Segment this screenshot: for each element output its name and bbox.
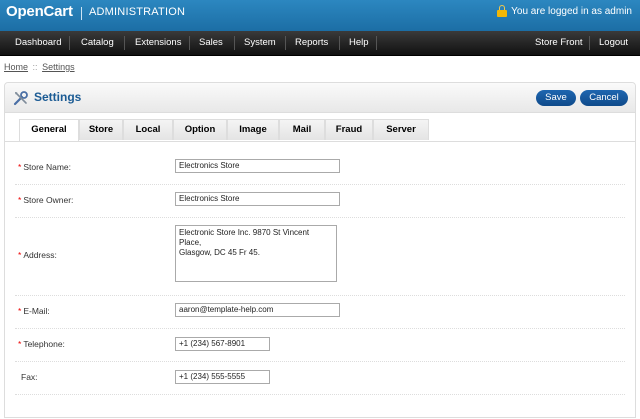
form-row-store-name: * Store Name: xyxy=(15,151,625,185)
login-text: You are logged in as admin xyxy=(511,5,632,17)
store-name-label: * Store Name: xyxy=(18,162,72,172)
form-row-telephone: * Telephone: xyxy=(15,328,625,362)
box-heading: Settings Save Cancel xyxy=(5,83,635,113)
required-marker: * xyxy=(18,195,22,205)
menu-divider xyxy=(124,36,125,50)
menu-dashboard[interactable]: Dashboard xyxy=(6,31,70,55)
email-input[interactable] xyxy=(175,303,340,317)
form-row-address: * Address: Electronic Store Inc. 9870 St … xyxy=(15,217,625,296)
tab-server[interactable]: Server xyxy=(373,119,429,140)
required-marker: * xyxy=(18,306,22,316)
menu-reports[interactable]: Reports xyxy=(286,31,337,55)
menu-store-front[interactable]: Store Front xyxy=(526,31,592,55)
store-owner-input[interactable] xyxy=(175,192,340,206)
tab-mail[interactable]: Mail xyxy=(279,119,325,140)
menu-system[interactable]: System xyxy=(235,31,285,55)
top-header: OpenCart ADMINISTRATION You are logged i… xyxy=(0,0,640,31)
tab-fraud[interactable]: Fraud xyxy=(325,119,373,140)
admin-title: ADMINISTRATION xyxy=(89,6,186,18)
telephone-label: * Telephone: xyxy=(18,339,65,349)
menu-sales[interactable]: Sales xyxy=(190,31,232,55)
form-row-store-owner: * Store Owner: xyxy=(15,184,625,218)
tab-general[interactable]: General xyxy=(19,119,79,141)
cancel-button[interactable]: Cancel xyxy=(580,90,628,106)
opencart-logo[interactable]: OpenCart xyxy=(6,3,73,20)
tab-store[interactable]: Store xyxy=(79,119,123,140)
breadcrumb-settings[interactable]: Settings xyxy=(42,62,75,72)
wrench-screwdriver-icon xyxy=(13,91,28,106)
breadcrumb-home[interactable]: Home xyxy=(4,62,28,72)
login-status: You are logged in as admin xyxy=(497,5,632,17)
tab-option[interactable]: Option xyxy=(173,119,227,140)
required-marker: * xyxy=(18,339,22,349)
menu-extensions[interactable]: Extensions xyxy=(126,31,190,55)
fax-input[interactable] xyxy=(175,370,270,384)
settings-box: Settings Save Cancel General Store Local… xyxy=(4,82,636,418)
menu-help[interactable]: Help xyxy=(340,31,378,55)
logo-divider xyxy=(81,7,82,20)
menu-divider xyxy=(69,36,70,50)
form-row-email: * E-Mail: xyxy=(15,295,625,329)
required-marker: * xyxy=(18,162,22,172)
required-marker: * xyxy=(18,250,22,260)
menu-divider xyxy=(376,36,377,50)
tab-underline xyxy=(5,141,635,142)
menu-catalog[interactable]: Catalog xyxy=(72,31,123,55)
breadcrumb-separator: :: xyxy=(32,62,38,72)
telephone-input[interactable] xyxy=(175,337,270,351)
email-label: * E-Mail: xyxy=(18,306,50,316)
address-label: * Address: xyxy=(18,250,57,260)
save-button[interactable]: Save xyxy=(536,90,576,106)
menu-logout[interactable]: Logout xyxy=(590,31,637,55)
address-textarea[interactable]: Electronic Store Inc. 9870 St Vincent Pl… xyxy=(175,225,337,282)
fax-label: Fax: xyxy=(21,372,38,382)
breadcrumb: Home :: Settings xyxy=(4,62,75,72)
page-title: Settings xyxy=(34,90,82,104)
tab-image[interactable]: Image xyxy=(227,119,279,140)
store-owner-label: * Store Owner: xyxy=(18,195,74,205)
lock-icon xyxy=(497,5,508,17)
tab-local[interactable]: Local xyxy=(123,119,173,140)
main-menu: Dashboard Catalog Extensions Sales Syste… xyxy=(0,31,640,56)
store-name-input[interactable] xyxy=(175,159,340,173)
form-row-fax: Fax: xyxy=(15,361,625,395)
